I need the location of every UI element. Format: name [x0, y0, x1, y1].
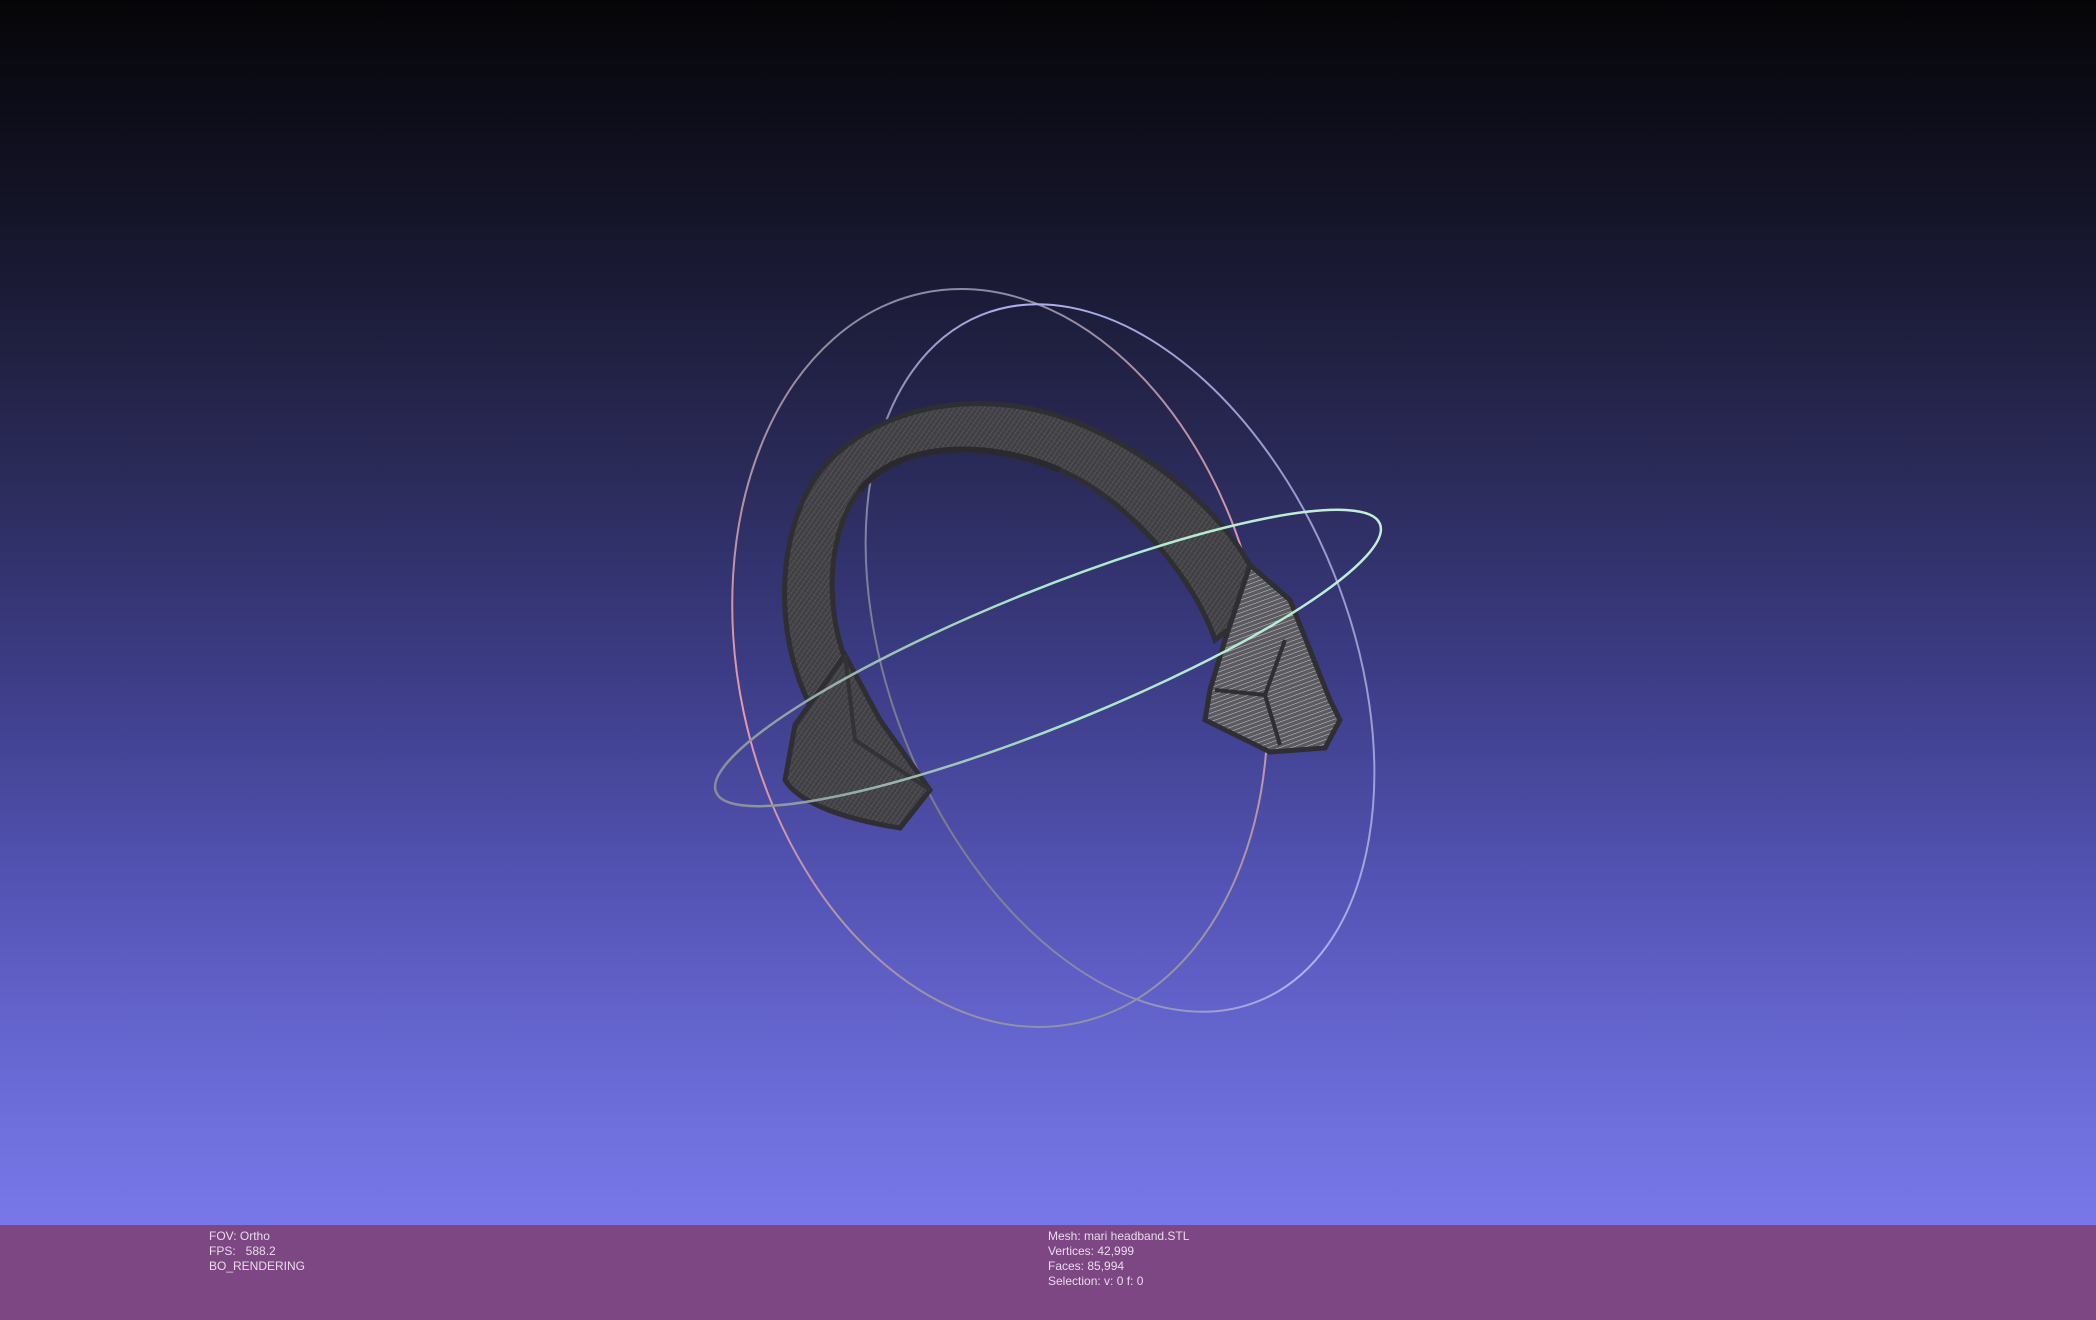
scene-canvas[interactable]: [0, 0, 2096, 1225]
status-bar: FOV: Ortho FPS: 588.2 BO_RENDERING Mesh:…: [0, 1225, 2096, 1320]
trackball-gizmo[interactable]: [666, 229, 1472, 1087]
headband-mesh[interactable]: [782, 401, 1343, 831]
mesh-name-label: Mesh: mari headband.STL: [1048, 1229, 1190, 1243]
vertices-label: Vertices: 42,999: [1048, 1244, 1135, 1258]
fps-label: FPS: 588.2: [209, 1244, 276, 1258]
3d-viewport[interactable]: [0, 0, 2096, 1225]
mesh-info: Mesh: mari headband.STL Vertices: 42,999…: [1048, 1229, 1189, 1289]
faces-label: Faces: 85,994: [1048, 1259, 1125, 1273]
render-mode-label: BO_RENDERING: [209, 1259, 306, 1273]
trackball-ring-y[interactable]: [768, 229, 1472, 1087]
selection-label: Selection: v: 0 f: 0: [1048, 1274, 1144, 1288]
fov-label: FOV: Ortho: [209, 1229, 270, 1243]
render-info: FOV: Ortho FPS: 588.2 BO_RENDERING: [209, 1229, 305, 1274]
